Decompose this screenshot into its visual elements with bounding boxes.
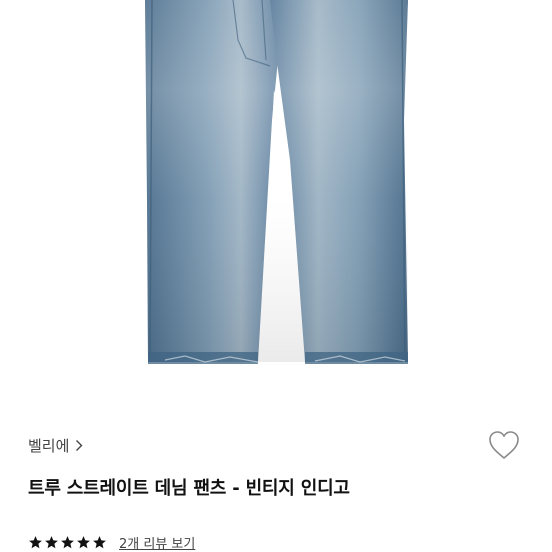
star-icon [28, 535, 43, 550]
jeans-illustration [145, 0, 408, 364]
star-icon [76, 535, 91, 550]
like-button[interactable] [486, 430, 522, 464]
rating-row: 2개 리뷰 보기 [28, 532, 195, 552]
product-info: 벨리에 트루 스트레이트 데님 팬츠 - 빈티지 인디고 2개 리뷰 보기 [0, 400, 552, 552]
chevron-right-icon [75, 439, 83, 452]
product-title: 트루 스트레이트 데님 팬츠 - 빈티지 인디고 [28, 478, 350, 499]
review-link[interactable]: 2개 리뷰 보기 [119, 533, 195, 552]
rating-stars [28, 535, 107, 550]
star-icon [92, 535, 107, 550]
heart-outline-icon [487, 429, 521, 465]
brand-name: 벨리에 [28, 436, 70, 455]
product-image[interactable] [0, 0, 552, 400]
star-icon [60, 535, 75, 550]
brand-link[interactable]: 벨리에 [28, 434, 83, 456]
star-icon [44, 535, 59, 550]
